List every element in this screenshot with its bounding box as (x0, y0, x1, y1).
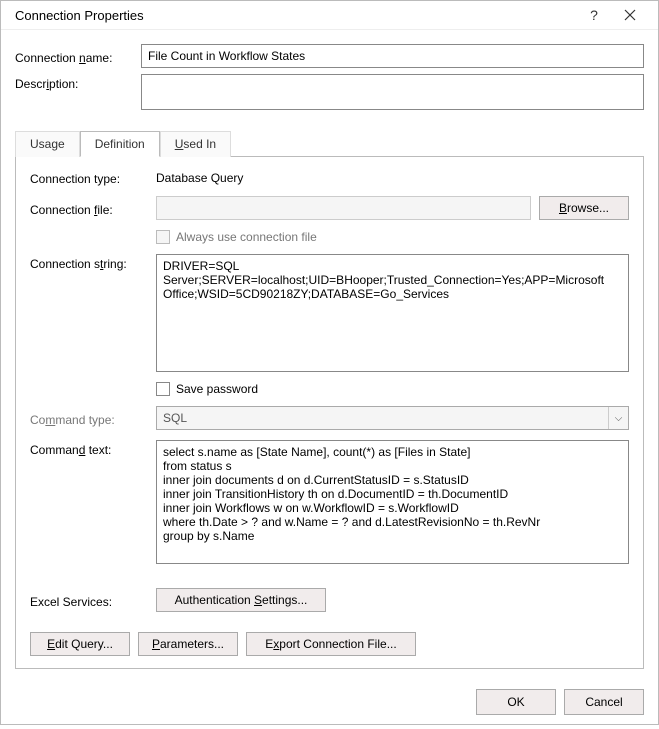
connection-file-label: Connection file: (30, 200, 156, 217)
connection-name-input[interactable] (141, 44, 644, 68)
close-icon (624, 9, 636, 21)
chevron-down-icon: ⌵ (608, 407, 628, 429)
command-type-label: Command type: (30, 410, 156, 427)
definition-panel: Connection type: Database Query Connecti… (15, 156, 644, 669)
tab-used-in[interactable]: Used In (160, 131, 231, 157)
tab-usage[interactable]: Usage (15, 131, 80, 157)
close-button[interactable] (612, 1, 648, 29)
connection-type-label: Connection type: (30, 169, 156, 186)
export-connection-file-button[interactable]: Export Connection File... (246, 632, 416, 656)
tab-bar: Usage Definition Used In (15, 130, 644, 156)
edit-query-button[interactable]: Edit Query... (30, 632, 130, 656)
ok-button[interactable]: OK (476, 689, 556, 715)
titlebar: Connection Properties ? (1, 1, 658, 30)
command-text-input[interactable] (156, 440, 629, 564)
always-use-checkbox (156, 230, 170, 244)
connection-properties-dialog: Connection Properties ? Connection name:… (0, 0, 659, 725)
parameters-button[interactable]: Parameters... (138, 632, 238, 656)
connection-name-label: Connection name: (15, 48, 141, 65)
dialog-footer: OK Cancel (1, 679, 658, 729)
description-input[interactable] (141, 74, 644, 110)
save-password-label: Save password (176, 382, 258, 396)
command-text-label: Command text: (30, 440, 156, 457)
save-password-checkbox[interactable] (156, 382, 170, 396)
dialog-title: Connection Properties (15, 8, 576, 23)
command-type-select: SQL ⌵ (156, 406, 629, 430)
authentication-settings-button[interactable]: Authentication Settings... (156, 588, 326, 612)
connection-type-value: Database Query (156, 171, 243, 185)
description-label: Description: (15, 74, 141, 91)
connection-file-input (156, 196, 531, 220)
cancel-button[interactable]: Cancel (564, 689, 644, 715)
tab-definition[interactable]: Definition (80, 131, 160, 157)
connection-string-input[interactable] (156, 254, 629, 372)
help-button[interactable]: ? (576, 1, 612, 29)
excel-services-label: Excel Services: (30, 592, 156, 609)
connection-string-label: Connection string: (30, 254, 156, 271)
browse-button[interactable]: Browse... (539, 196, 629, 220)
always-use-label: Always use connection file (176, 230, 317, 244)
